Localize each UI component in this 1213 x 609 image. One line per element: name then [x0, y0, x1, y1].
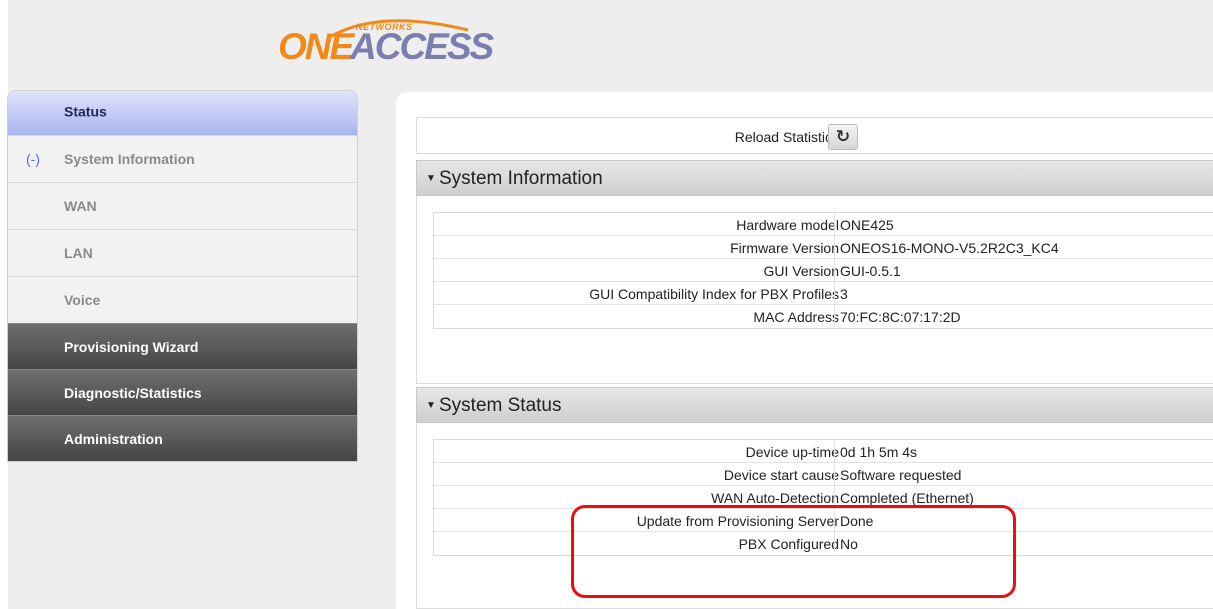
sidebar-item-label: Provisioning Wizard	[64, 338, 199, 355]
row-key: GUI Compatibility Index for PBX Profiles	[589, 286, 839, 302]
row-key: GUI Version	[763, 263, 839, 279]
row-value: 70:FC:8C:07:17:2D	[834, 305, 961, 327]
table-row: Device start cause Software requested	[434, 463, 1213, 486]
row-value: Software requested	[834, 463, 961, 485]
row-value: ONEOS16-MONO-V5.2R2C3_KC4	[834, 236, 1059, 258]
collapse-triangle-icon: ▼	[426, 173, 436, 184]
row-key: Firmware Version	[730, 240, 839, 256]
sidebar-item-label: Status	[64, 103, 107, 120]
system-information-table: Hardware model ONE425 Firmware Version O…	[433, 212, 1213, 329]
reload-statistics-label: Reload Statistics	[734, 129, 839, 145]
sidebar-item-status[interactable]: Status	[8, 91, 357, 135]
collapse-marker: (-)	[26, 151, 40, 167]
sidebar-item-wan[interactable]: WAN	[8, 182, 357, 229]
table-row: Device up-time 0d 1h 5m 4s	[434, 440, 1213, 463]
sidebar-item-label: LAN	[64, 245, 93, 261]
section-title: System Status	[439, 395, 562, 416]
row-value: GUI-0.5.1	[834, 259, 901, 281]
sidebar-item-system-information[interactable]: (-) System Information	[8, 135, 357, 182]
sidebar-item-label: Administration	[64, 430, 163, 447]
sidebar-item-label: Diagnostic/Statistics	[64, 384, 202, 401]
collapse-triangle-icon: ▼	[426, 400, 436, 411]
system-information-header[interactable]: ▼ System Information	[416, 160, 1213, 196]
sidebar-item-voice[interactable]: Voice	[8, 276, 357, 323]
sidebar-nav: Status (-) System Information WAN LAN Vo…	[8, 91, 357, 461]
table-row: MAC Address 70:FC:8C:07:17:2D	[434, 305, 1213, 328]
oneaccess-logo: NETWORKS ONE ACCESS	[278, 10, 508, 70]
row-value: ONE425	[834, 213, 894, 235]
row-key: Device start cause	[723, 467, 839, 483]
sidebar-item-label: WAN	[64, 198, 97, 214]
logo-access-text: ACCESS	[350, 26, 494, 67]
system-information-body: Hardware model ONE425 Firmware Version O…	[416, 196, 1213, 384]
system-status-header[interactable]: ▼ System Status	[416, 387, 1213, 423]
sidebar-item-provisioning-wizard[interactable]: Provisioning Wizard	[8, 323, 357, 369]
row-key: WAN Auto-Detection	[711, 490, 839, 506]
row-value: 0d 1h 5m 4s	[834, 440, 917, 462]
table-row: Hardware model ONE425	[434, 213, 1213, 236]
red-highlight-annotation	[571, 505, 1016, 598]
sidebar-item-label: System Information	[64, 151, 195, 167]
refresh-icon: ↻	[835, 127, 851, 146]
row-key: Device up-time	[745, 444, 839, 460]
table-row: GUI Version GUI-0.5.1	[434, 259, 1213, 282]
logo-one-text: ONE	[278, 26, 354, 67]
sidebar-item-lan[interactable]: LAN	[8, 229, 357, 276]
section-title: System Information	[439, 168, 603, 189]
sidebar-item-diagnostic-statistics[interactable]: Diagnostic/Statistics	[8, 369, 357, 415]
sidebar-item-label: Voice	[64, 292, 101, 308]
table-row: GUI Compatibility Index for PBX Profiles…	[434, 282, 1213, 305]
row-value: 3	[834, 282, 848, 304]
reload-statistics-row: Reload Statistics ↻	[416, 117, 1213, 154]
reload-statistics-button[interactable]: ↻	[828, 124, 858, 150]
row-key: Hardware model	[736, 217, 839, 233]
table-row: Firmware Version ONEOS16-MONO-V5.2R2C3_K…	[434, 236, 1213, 259]
row-key: MAC Address	[753, 309, 839, 325]
sidebar-item-administration[interactable]: Administration	[8, 415, 357, 461]
